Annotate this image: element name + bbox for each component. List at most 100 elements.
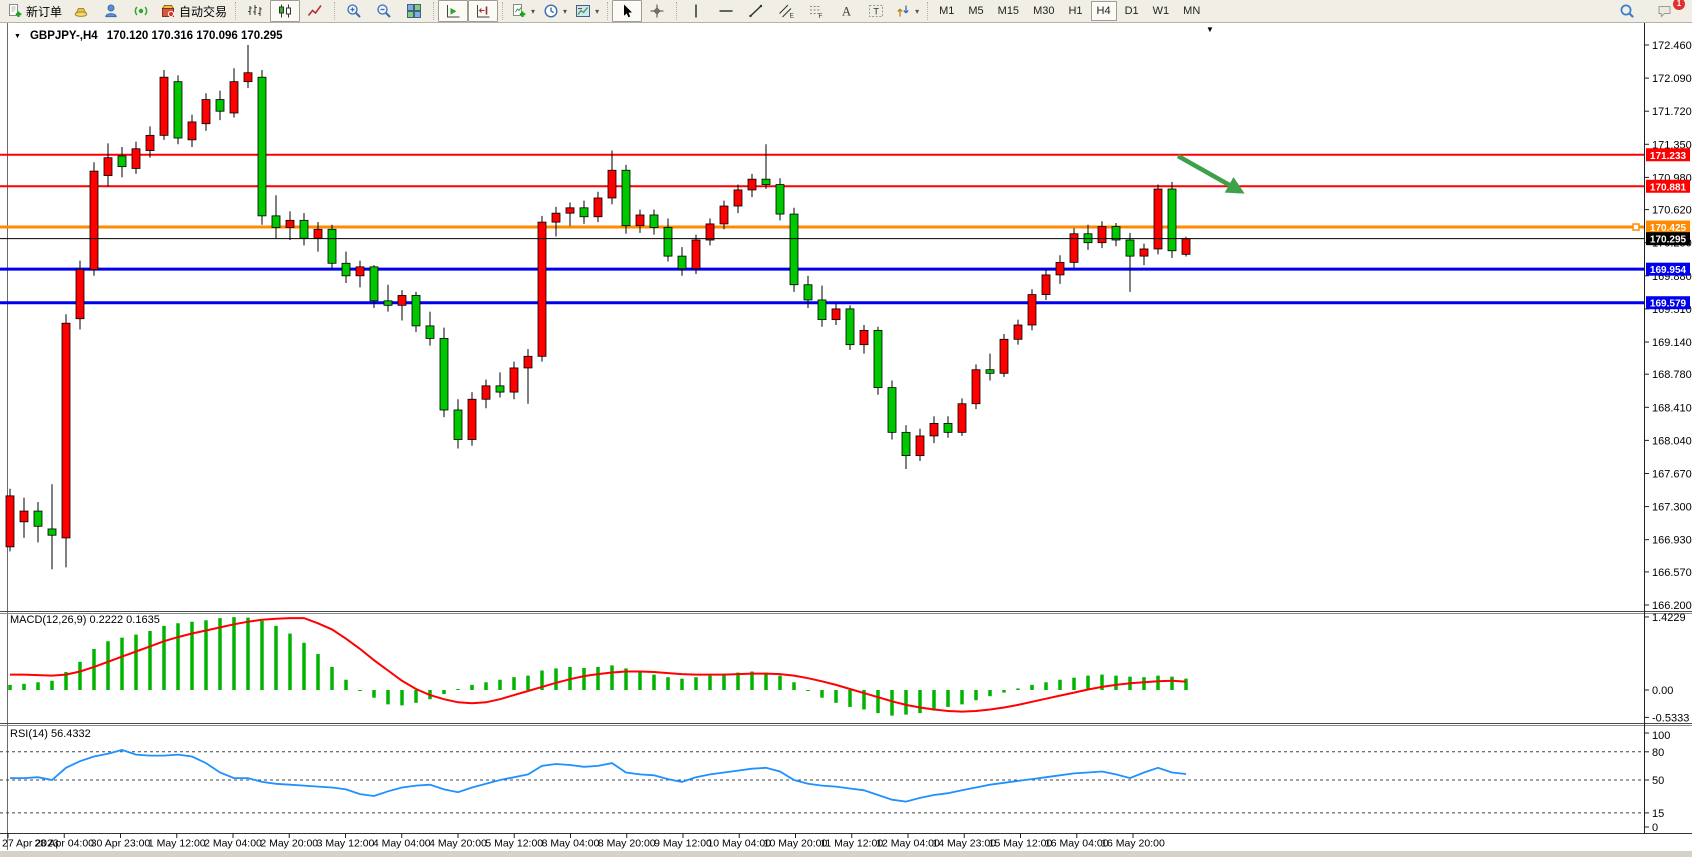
chart-canvas[interactable]: 172.460172.090171.720171.350170.980170.6… <box>0 23 1692 857</box>
toolbar-group-5 <box>612 0 672 23</box>
svg-text:171.233: 171.233 <box>1650 151 1687 162</box>
horizontal-level-lines[interactable] <box>0 155 1644 303</box>
dropdown-caret-icon[interactable]: ▾ <box>531 7 535 16</box>
notifications-button[interactable]: 1 <box>1650 0 1680 22</box>
timeframe-d1-button[interactable]: D1 <box>1119 1 1145 21</box>
svg-text:11 May 12:00: 11 May 12:00 <box>820 838 883 850</box>
toolbar-separator <box>235 2 236 20</box>
macd-histogram <box>10 617 1186 716</box>
chart-symbol-period: GBPJPY-,H4 <box>30 30 98 42</box>
zoom-in-button[interactable] <box>339 0 369 22</box>
dropdown-caret-icon[interactable]: ▾ <box>595 7 599 16</box>
chart-menu-arrow-icon[interactable]: ▼ <box>1206 25 1214 34</box>
candlestick-button[interactable] <box>270 0 300 22</box>
signals-button[interactable] <box>126 0 156 22</box>
svg-text:15 May 12:00: 15 May 12:00 <box>989 838 1053 850</box>
new-order-button[interactable]: 新订单 <box>3 0 66 22</box>
market-watch-button[interactable] <box>66 0 96 22</box>
timeframe-group: M1M5M15M30H1H4D1W1MN <box>932 0 1207 23</box>
timeframe-w1-button[interactable]: W1 <box>1147 1 1176 21</box>
time-axis[interactable]: 27 Apr 202328 Apr 04:0030 Apr 23:001 May… <box>2 833 1165 850</box>
svg-text:166.570: 166.570 <box>1652 567 1692 579</box>
auto-trading-label: 自动交易 <box>179 3 227 20</box>
templates-button[interactable]: ▾ <box>571 0 603 22</box>
zoom-out-button[interactable] <box>369 0 399 22</box>
bar-chart-button[interactable] <box>240 0 270 22</box>
toolbar-group-3 <box>438 0 498 23</box>
svg-text:12 May 04:00: 12 May 04:00 <box>876 838 940 850</box>
svg-text:14 May 23:00: 14 May 23:00 <box>932 838 996 850</box>
community-button[interactable] <box>96 0 126 22</box>
svg-text:10 May 20:00: 10 May 20:00 <box>764 838 828 850</box>
crosshair-button[interactable] <box>642 0 672 22</box>
svg-text:2 May 04:00: 2 May 04:00 <box>204 838 262 850</box>
svg-text:50: 50 <box>1652 775 1664 787</box>
auto-trading-button[interactable]: 自动交易 <box>156 0 231 22</box>
chart-frame <box>0 23 1692 857</box>
templates-icon <box>575 3 591 19</box>
chat-icon <box>1657 3 1673 19</box>
cursor-icon <box>619 3 635 19</box>
timeframe-m5-button[interactable]: M5 <box>962 1 989 21</box>
fibonacci-icon: F <box>808 3 824 19</box>
horizontal-line-button[interactable] <box>711 0 741 22</box>
shapes-icon <box>895 3 911 19</box>
chart-shift-button[interactable] <box>468 0 498 22</box>
notification-count-badge: 1 <box>1673 0 1685 10</box>
svg-text:169.140: 169.140 <box>1652 337 1692 349</box>
trendline-button[interactable] <box>741 0 771 22</box>
timeframe-m30-button[interactable]: M30 <box>1027 1 1060 21</box>
community-icon <box>103 3 119 19</box>
svg-text:28 Apr 04:00: 28 Apr 04:00 <box>34 838 94 850</box>
new-order-label: 新订单 <box>26 3 62 20</box>
search-button[interactable] <box>1612 0 1642 22</box>
chart-ohlc-values: 170.120 170.316 170.096 170.295 <box>107 30 283 42</box>
svg-text:5 May 12:00: 5 May 12:00 <box>485 838 543 850</box>
timeframe-m1-button[interactable]: M1 <box>933 1 960 21</box>
svg-text:172.090: 172.090 <box>1652 73 1692 85</box>
rsi-axis[interactable]: 1008050150 <box>1644 730 1670 834</box>
macd-axis[interactable]: 1.42290.00-0.5333 <box>1644 612 1689 724</box>
svg-text:100: 100 <box>1652 730 1670 742</box>
toolbar-group-6: EFAT ▾ <box>681 0 923 23</box>
timeframe-h4-button[interactable]: H4 <box>1091 1 1117 21</box>
toolbar-group-1 <box>240 0 330 23</box>
vertical-line-button[interactable] <box>681 0 711 22</box>
tile-windows-icon <box>406 3 422 19</box>
equidistant-channel-icon: E <box>778 3 794 19</box>
dropdown-caret-icon[interactable]: ▾ <box>915 7 919 16</box>
svg-text:167.670: 167.670 <box>1652 468 1692 480</box>
svg-text:10 May 04:00: 10 May 04:00 <box>707 838 771 850</box>
dropdown-caret-icon[interactable]: ▾ <box>563 7 567 16</box>
toolbar-right-group: 1 <box>1612 0 1680 22</box>
price-axis[interactable]: 172.460172.090171.720171.350170.980170.6… <box>1644 40 1692 612</box>
periods-button[interactable]: ▾ <box>539 0 571 22</box>
vertical-line-icon <box>688 3 704 19</box>
zoom-in-icon <box>346 3 362 19</box>
indicators-button[interactable]: ▾ <box>507 0 539 22</box>
chart-window[interactable]: 172.460172.090171.720171.350170.980170.6… <box>0 23 1692 857</box>
fibonacci-button[interactable]: F <box>801 0 831 22</box>
auto-scroll-button[interactable] <box>438 0 468 22</box>
svg-text:168.780: 168.780 <box>1652 369 1692 381</box>
tile-windows-button[interactable] <box>399 0 429 22</box>
svg-text:8 May 20:00: 8 May 20:00 <box>598 838 656 850</box>
shapes-button[interactable]: ▾ <box>891 0 923 22</box>
svg-text:168.040: 168.040 <box>1652 435 1692 447</box>
line-chart-button[interactable] <box>300 0 330 22</box>
timeframe-mn-button[interactable]: MN <box>1177 1 1206 21</box>
chart-title: ▼ GBPJPY-,H4 170.120 170.316 170.096 170… <box>14 30 283 42</box>
timeframe-h1-button[interactable]: H1 <box>1062 1 1088 21</box>
toolbar-separator <box>607 2 608 20</box>
signals-icon <box>133 3 149 19</box>
svg-text:166.930: 166.930 <box>1652 535 1692 547</box>
equidistant-channel-button[interactable]: E <box>771 0 801 22</box>
toolbar-separator <box>433 2 434 20</box>
timeframe-m15-button[interactable]: M15 <box>992 1 1025 21</box>
text-label-button[interactable]: T <box>861 0 891 22</box>
cursor-button[interactable] <box>612 0 642 22</box>
macd-indicator-label: MACD(12,26,9) 0.2222 0.1635 <box>10 614 160 626</box>
search-icon <box>1619 3 1635 19</box>
chart-collapse-icon[interactable]: ▼ <box>14 33 21 40</box>
text-button[interactable]: A <box>831 0 861 22</box>
